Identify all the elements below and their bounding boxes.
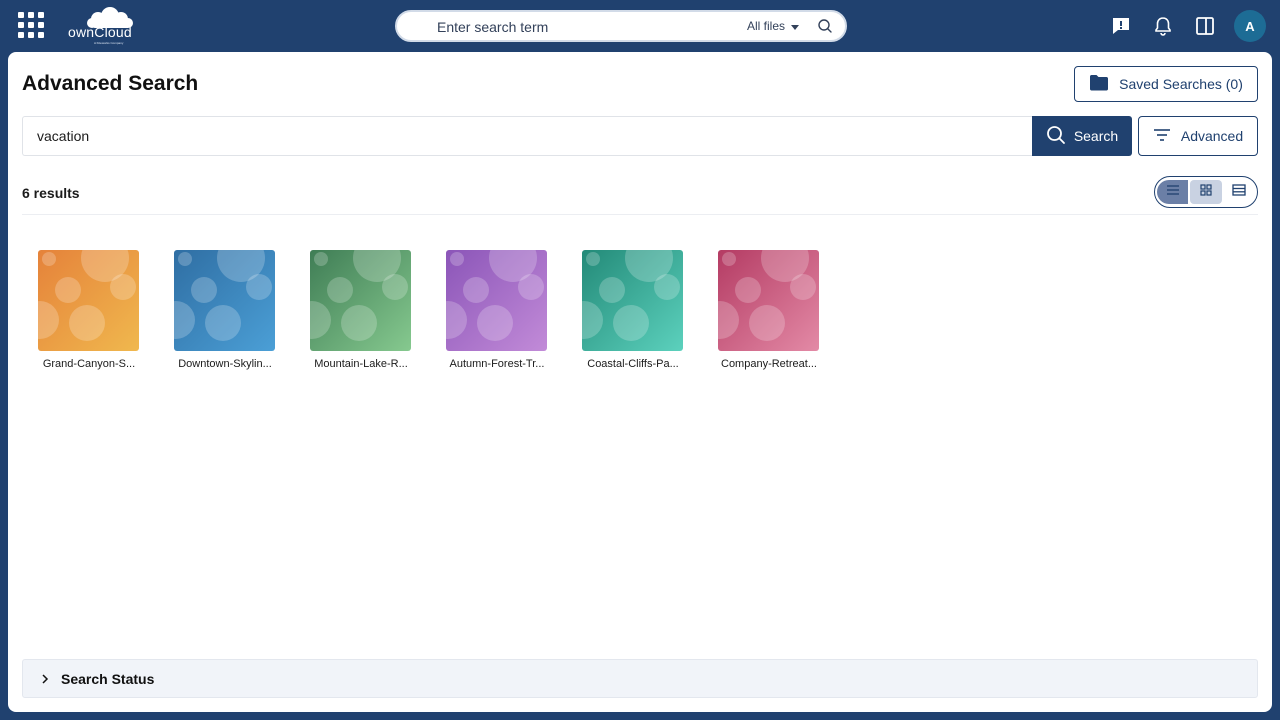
logo-text: ownCloud: [68, 24, 132, 40]
search-icon[interactable]: [817, 18, 833, 39]
view-mode-toggle: [1154, 176, 1258, 208]
result-file-name: Downtown-Skylin...: [178, 358, 272, 370]
caret-down-icon: [791, 24, 800, 30]
image-thumbnail: [310, 250, 411, 351]
query-input[interactable]: [22, 116, 1032, 156]
result-file-name: Grand-Canyon-S...: [42, 358, 136, 370]
grid-view-icon: [1200, 183, 1212, 201]
list-view-button[interactable]: [1157, 180, 1189, 204]
result-tile[interactable]: Grand-Canyon-S...: [38, 250, 139, 370]
results-count: 6 results: [22, 185, 80, 201]
top-bar: ownCloud A Kiteworks Company All files A: [0, 0, 1280, 52]
advanced-button-label: Advanced: [1180, 128, 1244, 144]
global-search-box: All files: [395, 10, 847, 42]
result-file-name: Coastal-Cliffs-Pa...: [587, 358, 679, 370]
table-view-button[interactable]: [1224, 180, 1255, 204]
list-view-icon: [1166, 183, 1180, 201]
grid-view-button[interactable]: [1190, 180, 1222, 204]
image-thumbnail: [582, 250, 683, 351]
page-title: Advanced Search: [22, 72, 199, 95]
results-divider: [22, 214, 1258, 215]
search-scope-label: All files: [747, 19, 786, 33]
bell-icon[interactable]: [1148, 10, 1178, 42]
image-thumbnail: [446, 250, 547, 351]
search-button[interactable]: Search: [1032, 116, 1132, 156]
result-file-name: Mountain-Lake-R...: [314, 358, 408, 370]
results-grid: Grand-Canyon-S... Downtown-Skylin... Mount…: [38, 250, 819, 370]
saved-searches-label: Saved Searches (0): [1119, 76, 1243, 92]
result-tile[interactable]: Mountain-Lake-R...: [310, 250, 411, 370]
global-search-input[interactable]: [437, 18, 717, 36]
result-tile[interactable]: Downtown-Skylin...: [174, 250, 275, 370]
search-status-label: Search Status: [61, 670, 155, 687]
advanced-button[interactable]: Advanced: [1138, 116, 1258, 156]
result-file-name: Company-Retreat...: [721, 358, 817, 370]
apps-grid-icon[interactable]: [18, 12, 44, 38]
feedback-icon[interactable]: [1106, 10, 1136, 42]
result-tile[interactable]: Company-Retreat...: [718, 250, 819, 370]
result-tile[interactable]: Coastal-Cliffs-Pa...: [582, 250, 683, 370]
image-thumbnail: [718, 250, 819, 351]
main-panel: Advanced Search Saved Searches (0) Searc…: [8, 52, 1272, 712]
filter-icon: [1153, 128, 1171, 145]
result-file-name: Autumn-Forest-Tr...: [449, 358, 545, 370]
user-avatar[interactable]: A: [1234, 10, 1266, 42]
saved-searches-button[interactable]: Saved Searches (0): [1074, 66, 1258, 102]
search-scope-dropdown[interactable]: All files: [747, 19, 800, 33]
chevron-right-icon: [41, 671, 49, 687]
image-thumbnail: [38, 250, 139, 351]
search-status-panel[interactable]: Search Status: [22, 659, 1258, 698]
image-thumbnail: [174, 250, 275, 351]
sidebar-toggle-icon[interactable]: [1190, 10, 1220, 42]
search-icon: [1046, 125, 1066, 148]
folder-icon: [1089, 74, 1109, 95]
table-view-icon: [1232, 183, 1246, 201]
owncloud-logo[interactable]: ownCloud A Kiteworks Company: [64, 4, 140, 46]
search-button-label: Search: [1073, 128, 1119, 144]
search-row: Search Advanced: [22, 116, 1258, 156]
logo-subtext: A Kiteworks Company: [94, 41, 124, 45]
top-right-actions: A: [1106, 10, 1266, 42]
result-tile[interactable]: Autumn-Forest-Tr...: [446, 250, 547, 370]
